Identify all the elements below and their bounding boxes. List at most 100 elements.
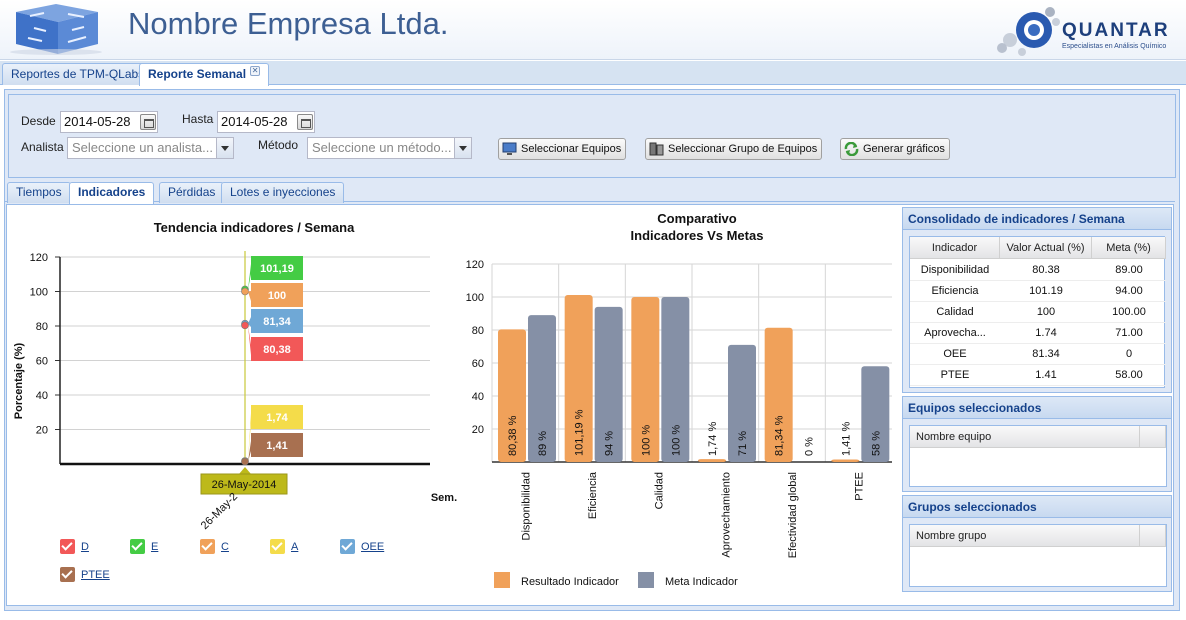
table-cell: Aprovecha... xyxy=(910,323,1000,344)
bar-resultado-3[interactable] xyxy=(698,459,726,462)
bar-value-label: 71 % xyxy=(737,431,749,456)
table-cell: OEE xyxy=(910,344,1000,365)
select-equipos-button[interactable]: Seleccionar Equipos xyxy=(498,138,627,160)
table-cell: Disponibilidad xyxy=(910,260,1000,281)
legend-checkbox-d[interactable] xyxy=(60,539,75,554)
column-header-indicador[interactable]: Indicador xyxy=(910,237,1000,259)
legend-label-a[interactable]: A xyxy=(291,541,298,553)
legend-checkbox-a[interactable] xyxy=(270,539,285,554)
table-row[interactable]: PTEE 1.41 58.00 xyxy=(910,365,1166,386)
legend-checkbox-e[interactable] xyxy=(130,539,145,554)
legend-label-0[interactable]: Resultado Indicador xyxy=(521,576,619,588)
chevron-down-icon[interactable] xyxy=(454,138,471,158)
legend-label-d[interactable]: D xyxy=(81,541,89,553)
callout-label-e: 101,19 xyxy=(260,263,294,275)
trend-point-c[interactable] xyxy=(241,287,249,296)
table-cell: 101.19 xyxy=(1000,281,1092,302)
column-header-spacer xyxy=(1140,525,1166,547)
analista-label: Analista xyxy=(21,140,64,154)
comparativo-chart-subtitle: Indicadores Vs Metas xyxy=(631,228,764,243)
table-cell: PTEE xyxy=(910,365,1000,386)
legend-label-oee[interactable]: OEE xyxy=(361,541,384,553)
callout-label-d: 80,38 xyxy=(263,344,291,356)
grupos-panel: Grupos seleccionados Nombre grupo xyxy=(902,495,1172,592)
calendar-icon[interactable] xyxy=(140,114,156,130)
tab-perdidas[interactable]: Pérdidas xyxy=(159,182,225,203)
metodo-combo[interactable]: Seleccione un método... xyxy=(307,137,472,159)
analista-combo[interactable]: Seleccione un analista... xyxy=(67,137,234,159)
close-icon[interactable]: ✕ xyxy=(250,66,261,76)
legend-checkbox-ptee[interactable] xyxy=(60,567,75,582)
callout-pointer xyxy=(248,325,251,355)
tab-label: Tiempos xyxy=(16,185,62,199)
table-row[interactable]: OEE 81.34 0 xyxy=(910,344,1166,365)
tab-indicadores[interactable]: Indicadores xyxy=(69,182,155,204)
category-label: Eficiencia xyxy=(587,471,599,519)
table-row[interactable]: Disponibilidad 80.38 89.00 xyxy=(910,260,1166,281)
bar-value-label: 58 % xyxy=(870,431,882,456)
y-tick-label: 120 xyxy=(466,259,484,271)
equipos-title: Equipos seleccionados xyxy=(903,397,1171,419)
callout-pointer xyxy=(248,291,251,301)
table-row[interactable]: Eficiencia 101.19 94.00 xyxy=(910,281,1166,302)
tab-label: Pérdidas xyxy=(168,185,216,199)
legend-label-ptee[interactable]: PTEE xyxy=(81,569,110,581)
brand-name: QUANTAR xyxy=(1062,20,1170,41)
legend-swatch-0[interactable] xyxy=(494,572,510,588)
select-grupo-button[interactable]: Seleccionar Grupo de Equipos xyxy=(645,138,823,160)
y-tick-label: 120 xyxy=(30,252,48,264)
report-tab-strip: Reportes de TPM-QLabs Reporte Semanal ✕ xyxy=(0,61,1186,86)
category-label: Aprovechamiento xyxy=(720,472,732,558)
trend-point-d[interactable] xyxy=(241,321,249,330)
equipos-panel: Equipos seleccionados Nombre equipo xyxy=(902,396,1172,492)
comparativo-chart: Comparativo Indicadores Vs Metas 20 40 60 8… xyxy=(466,211,892,588)
trend-chart-title: Tendencia indicadores / Semana xyxy=(154,220,355,235)
callout-label-c: 100 xyxy=(268,290,286,302)
generar-graficos-button[interactable]: Generar gráficos xyxy=(840,138,950,160)
tab-reportes-tpm[interactable]: Reportes de TPM-QLabs xyxy=(2,63,154,85)
indicator-tab-strip: Tiempos Indicadores Pérdidas Lotes e iny… xyxy=(5,180,1175,204)
tab-label: Lotes e inyecciones xyxy=(230,185,336,199)
legend-checkbox-oee[interactable] xyxy=(340,539,355,554)
trend-point-ptee[interactable] xyxy=(241,457,249,466)
monitor-icon xyxy=(502,142,517,155)
filter-panel xyxy=(8,94,1176,178)
table-cell: Calidad xyxy=(910,302,1000,323)
chevron-down-icon[interactable] xyxy=(216,138,233,158)
column-header-meta[interactable]: Meta (%) xyxy=(1092,237,1166,259)
column-header-valor-actual[interactable]: Valor Actual (%) xyxy=(1000,237,1092,259)
metodo-label: Método xyxy=(258,138,299,152)
tab-lotes-inyecciones[interactable]: Lotes e inyecciones xyxy=(221,182,345,203)
legend-label-e[interactable]: E xyxy=(151,541,158,553)
x-tooltip-label: 26-May-2014 xyxy=(212,479,277,491)
category-label: Calidad xyxy=(654,472,666,509)
consolidado-grid: Indicador Valor Actual (%) Meta (%) Disp… xyxy=(909,236,1166,388)
refresh-icon xyxy=(844,142,859,156)
table-cell: 0 xyxy=(1092,344,1166,365)
equipos-grid: Nombre equipo xyxy=(909,425,1167,487)
column-header-nombre-grupo[interactable]: Nombre grupo xyxy=(910,525,1140,547)
bar-resultado-5[interactable] xyxy=(831,459,860,463)
calendar-icon[interactable] xyxy=(297,114,313,130)
column-header-spacer xyxy=(1140,426,1166,448)
desde-value: 2014-05-28 xyxy=(64,114,131,129)
column-header-nombre-equipo[interactable]: Nombre equipo xyxy=(910,426,1140,448)
tab-tiempos[interactable]: Tiempos xyxy=(7,182,71,203)
trend-chart-x-label: Sem. xyxy=(431,492,457,504)
app-header: Nombre Empresa Ltda. QUANTAR Especialist… xyxy=(0,0,1186,60)
tab-label: Reportes de TPM-QLabs xyxy=(11,67,145,81)
consolidado-title: Consolidado de indicadores / Semana xyxy=(903,208,1171,230)
trend-chart-marks: 101,19 100 81,34 80,38 1,74 1,41 26-May-201426… xyxy=(199,251,303,532)
legend-label-1[interactable]: Meta Indicador xyxy=(665,576,738,588)
table-row[interactable]: Aprovecha... 1.74 71.00 xyxy=(910,323,1166,344)
table-cell: 100.00 xyxy=(1092,302,1166,323)
table-row[interactable]: Calidad 100 100.00 xyxy=(910,302,1166,323)
table-cell: 1.74 xyxy=(1000,323,1092,344)
legend-checkbox-c[interactable] xyxy=(200,539,215,554)
trend-chart-grid: 20 40 60 80 100 120 xyxy=(30,252,430,466)
legend-label-c[interactable]: C xyxy=(221,541,229,553)
hasta-date-field[interactable]: 2014-05-28 xyxy=(217,111,315,133)
desde-date-field[interactable]: 2014-05-28 xyxy=(60,111,158,133)
legend-swatch-1[interactable] xyxy=(638,572,654,588)
tab-reporte-semanal[interactable]: Reporte Semanal ✕ xyxy=(139,63,270,86)
